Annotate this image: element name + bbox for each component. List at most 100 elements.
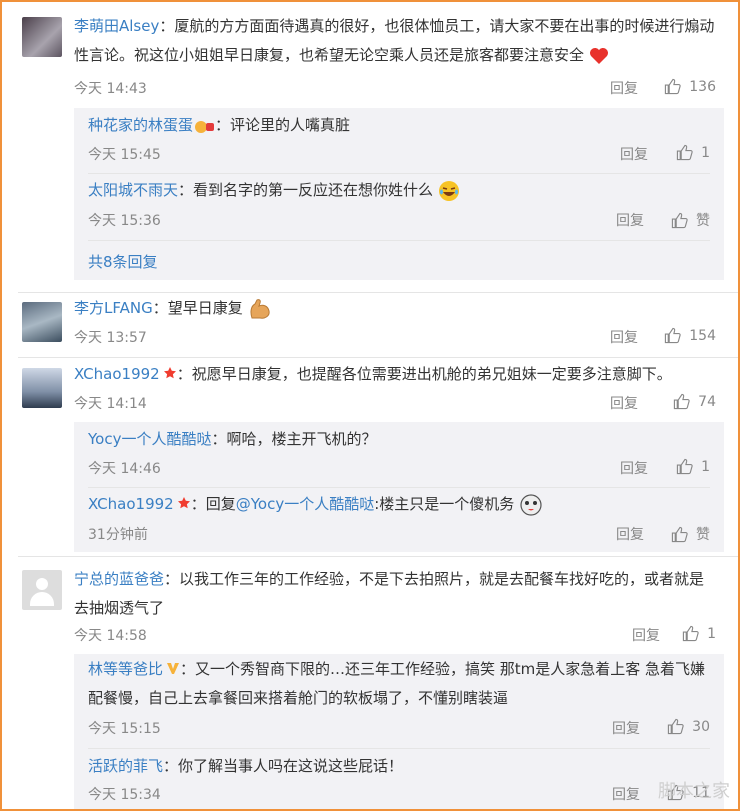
like-button[interactable]: 136 [664, 78, 716, 95]
timestamp: 今天 14:14 [74, 396, 147, 412]
reply-meta: 今天 14:46 回复 1 [88, 458, 710, 478]
like-count: 154 [689, 327, 716, 344]
comment-meta: 今天 14:58 回复 1 [74, 625, 716, 645]
timestamp: 今天 15:15 [88, 721, 161, 737]
reply-button[interactable]: 回复 [620, 144, 648, 164]
silly-face-emoji-icon [520, 493, 542, 516]
reply-button[interactable]: 回复 [620, 458, 648, 478]
like-count: 74 [698, 393, 716, 410]
star-badge-icon [163, 367, 176, 379]
avatar[interactable] [22, 17, 62, 57]
reply-text: XChao1992 ：回复@Yocy一个人酷酷哒:楼主只是一个傻机务 [88, 490, 690, 519]
divider [88, 748, 710, 749]
thumb-up-icon [671, 212, 688, 228]
comment-meta: 今天 14:43 回复 136 [74, 78, 716, 98]
reply-text: 太阳城不雨天：看到名字的第一反应还在想你姓什么 [88, 176, 690, 205]
username-link[interactable]: 太阳城不雨天 [88, 181, 178, 199]
like-count: 30 [692, 718, 710, 735]
thumb-up-icon [676, 144, 693, 161]
reply-text: 活跃的菲飞：你了解当事人吗在这说这些屁话！ [88, 757, 404, 775]
like-button[interactable]: 1 [676, 458, 710, 475]
like-button[interactable]: 赞 [671, 524, 710, 544]
reply-button[interactable]: 回复 [612, 784, 640, 804]
like-count: 1 [701, 458, 710, 475]
laughing-emoji-icon [438, 180, 459, 201]
timestamp: 31分钟前 [88, 527, 148, 543]
comment-item: 宁总的蓝爸爸：以我工作三年的工作经验，不是下去拍照片，就是去配餐车找好吃的，或者… [2, 558, 738, 809]
reply-button[interactable]: 回复 [612, 718, 640, 738]
reply-meta: 31分钟前 回复 赞 [88, 524, 710, 544]
reply-button[interactable]: 回复 [616, 524, 644, 544]
reply-button[interactable]: 回复 [632, 625, 660, 645]
username-link[interactable]: XChao1992 [74, 365, 160, 383]
reply-button[interactable]: 回复 [616, 210, 644, 230]
thumb-up-icon [676, 458, 693, 475]
avatar[interactable] [22, 302, 62, 342]
divider [88, 173, 710, 174]
reply-text: Yocy一个人酷酷哒：啊哈，楼主开飞机的？ [88, 430, 377, 448]
divider [88, 487, 710, 488]
like-count: 136 [689, 78, 716, 95]
like-count: 1 [701, 144, 710, 161]
comment-item: 李萌田Alsey：厦航的方方面面待遇真的很好，也很体恤员工，请大家不要在出事的时… [2, 2, 738, 294]
like-button[interactable]: 1 [682, 625, 716, 642]
username-link[interactable]: 活跃的菲飞 [88, 757, 163, 775]
timestamp: 今天 15:45 [88, 147, 161, 163]
username-link[interactable]: Yocy一个人酷酷哒 [88, 430, 211, 448]
like-count: 赞 [696, 527, 710, 543]
v-badge-icon [167, 663, 180, 674]
timestamp: 今天 14:43 [74, 81, 147, 97]
star-badge-icon [177, 497, 190, 509]
like-count: 1 [707, 625, 716, 642]
reply-meta: 今天 15:34 回复 11 [88, 784, 710, 804]
view-more-replies-link[interactable]: 共8条回复 [88, 251, 158, 272]
reply-list: Yocy一个人酷酷哒：啊哈，楼主开飞机的？ 今天 14:46 回复 1 XCha… [74, 422, 724, 552]
username-link[interactable]: 林等等爸比 [88, 660, 163, 678]
reply-button[interactable]: 回复 [610, 393, 638, 413]
avatar[interactable] [22, 368, 62, 408]
reply-list: 林等等爸比 ：又一个秀智商下限的…还三年工作经验，搞笑 那tm是人家急着上客 急着… [74, 654, 724, 809]
reply-meta: 今天 15:36 回复 赞 [88, 210, 710, 230]
watermark: 脚本之家 [658, 781, 730, 802]
comment-feed: 李萌田Alsey：厦航的方方面面待遇真的很好，也很体恤员工，请大家不要在出事的时… [0, 0, 740, 811]
username-link[interactable]: XChao1992 [88, 495, 174, 513]
thumb-up-icon [682, 625, 699, 642]
timestamp: 今天 13:57 [74, 330, 147, 346]
reply-text: 种花家的林蛋蛋 ：评论里的人嘴真脏 [88, 116, 351, 134]
timestamp: 今天 15:34 [88, 787, 161, 803]
flexed-biceps-emoji-icon [250, 298, 270, 319]
reply-button[interactable]: 回复 [610, 327, 638, 347]
reply-list: 种花家的林蛋蛋 ：评论里的人嘴真脏 今天 15:45 回复 1 太阳城不雨天：看到… [74, 108, 724, 280]
comment-text: XChao1992 ：祝愿早日康复，也提醒各位需要进出机舱的弟兄姐妹一定要多注意脚… [74, 365, 672, 383]
avatar[interactable] [22, 570, 62, 610]
reply-meta: 今天 15:15 回复 30 [88, 718, 710, 738]
comment-meta: 今天 14:14 回复 74 [74, 393, 716, 413]
like-button[interactable]: 154 [664, 327, 716, 344]
like-button[interactable]: 74 [673, 393, 716, 410]
like-button[interactable]: 赞 [671, 210, 710, 230]
heart-emoji-icon [589, 47, 608, 64]
like-button[interactable]: 1 [676, 144, 710, 161]
timestamp: 今天 14:58 [74, 628, 147, 644]
badge-emoji-icon [195, 120, 215, 133]
thumb-up-icon [668, 718, 684, 735]
mention-link[interactable]: @Yocy一个人酷酷哒 [236, 495, 374, 513]
username-link[interactable]: 李萌田Alsey [74, 17, 159, 35]
divider [18, 556, 738, 557]
comment-item: XChao1992 ：祝愿早日康复，也提醒各位需要进出机舱的弟兄姐妹一定要多注意脚… [2, 360, 738, 558]
thumb-up-icon [665, 78, 681, 95]
comment-text: 李方LFANG：望早日康复 [74, 294, 716, 323]
username-link[interactable]: 种花家的林蛋蛋 [88, 116, 193, 134]
username-link[interactable]: 宁总的蓝爸爸 [74, 570, 164, 588]
comment-item: 李方LFANG：望早日康复 今天 13:57 回复 154 [2, 294, 738, 360]
divider [88, 240, 710, 241]
reply-meta: 今天 15:45 回复 1 [88, 144, 710, 164]
comment-text: 李萌田Alsey：厦航的方方面面待遇真的很好，也很体恤员工，请大家不要在出事的时… [74, 17, 715, 64]
timestamp: 今天 15:36 [88, 213, 161, 229]
timestamp: 今天 14:46 [88, 461, 161, 477]
reply-button[interactable]: 回复 [610, 78, 638, 98]
like-button[interactable]: 30 [667, 718, 710, 735]
comment-meta: 今天 13:57 回复 154 [74, 327, 716, 347]
username-link[interactable]: 李方LFANG [74, 299, 153, 317]
divider [18, 357, 738, 358]
